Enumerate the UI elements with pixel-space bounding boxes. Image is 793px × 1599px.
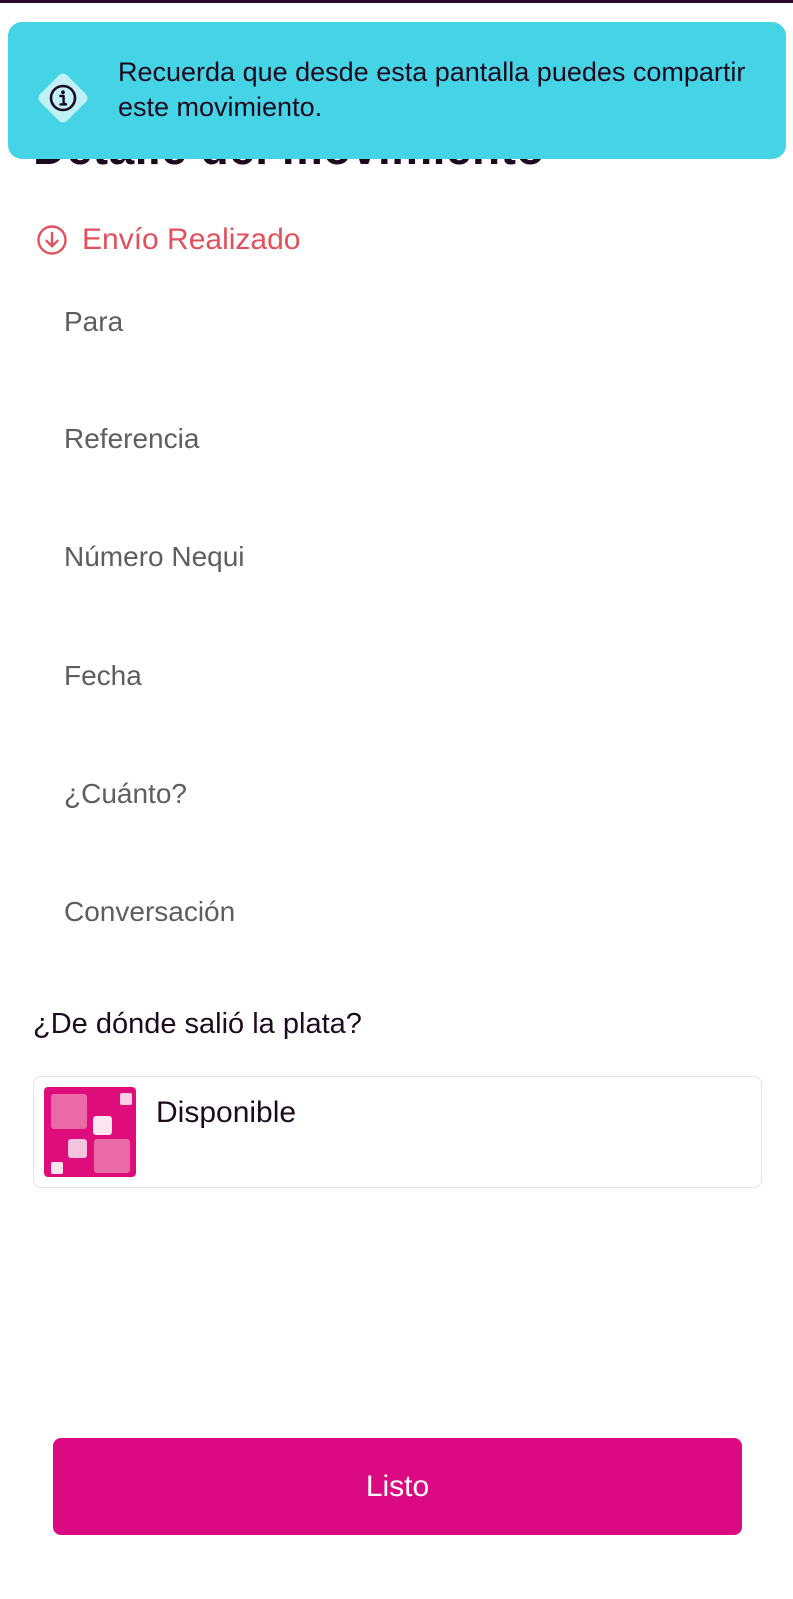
detail-label-referencia: Referencia — [64, 423, 200, 454]
detail-label-numero-nequi: Número Nequi — [64, 541, 245, 572]
disponible-logo-icon — [44, 1087, 136, 1177]
toast-message: Recuerda que desde esta pantalla puedes … — [118, 57, 746, 122]
info-icon — [36, 71, 90, 125]
source-account-card: Disponible — [33, 1076, 762, 1188]
detail-label-conversacion: Conversación — [64, 896, 236, 927]
detail-label-cuanto: ¿Cuánto? — [64, 778, 187, 809]
status-label: Envío Realizado — [82, 223, 301, 256]
detail-label-para: Para — [64, 306, 124, 337]
source-account-name: Disponible — [156, 1096, 297, 1129]
done-button[interactable]: Listo — [53, 1438, 742, 1535]
arrow-down-circle-icon — [36, 224, 68, 256]
share-hint-toast[interactable]: Recuerda que desde esta pantalla puedes … — [8, 22, 786, 159]
detail-label-fecha: Fecha — [64, 660, 142, 691]
movement-status: Envío Realizado — [36, 222, 300, 258]
source-question: ¿De dónde salió la plata? — [33, 1008, 362, 1040]
movement-detail-screen: Detalle del movimiento Recuerda que desd… — [0, 0, 793, 1599]
top-divider — [0, 0, 793, 3]
